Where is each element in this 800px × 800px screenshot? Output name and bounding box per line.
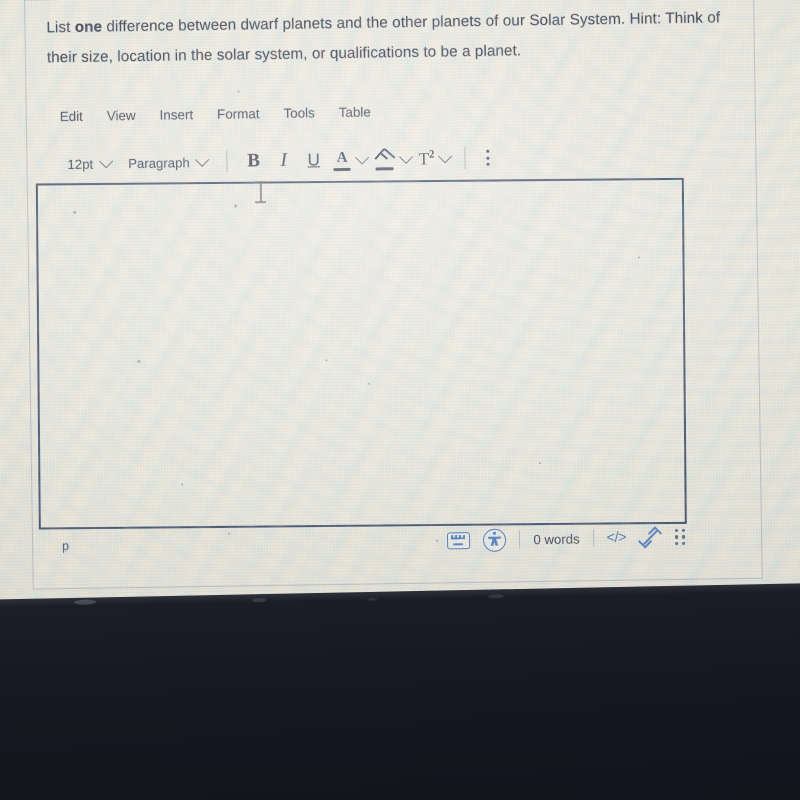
font-size-value: 12pt (67, 156, 94, 172)
text-color-button[interactable]: A (333, 149, 370, 171)
menu-item-format[interactable]: Format (217, 106, 260, 122)
chevron-down-icon (195, 152, 210, 167)
source-code-button[interactable]: </> (606, 530, 626, 546)
word-count[interactable]: 0 words (533, 531, 579, 547)
superscript-exp: 2 (428, 148, 435, 161)
screen-speck (137, 359, 140, 363)
statusbar-right-group: 0 words </> (447, 525, 690, 552)
monitor-bezel (0, 582, 800, 800)
chevron-down-icon (355, 150, 370, 165)
fullscreen-button[interactable] (638, 526, 663, 549)
screen-speck (538, 462, 541, 465)
chevron-down-icon (98, 154, 113, 169)
screen-speck (181, 483, 184, 486)
screen-speck (325, 359, 328, 362)
bezel-speck (368, 597, 378, 602)
screen-speck (234, 204, 238, 208)
highlight-color-button[interactable] (374, 146, 414, 170)
menu-item-table[interactable]: Table (339, 105, 371, 120)
prompt-text-emphasis: one (74, 18, 103, 36)
block-format-value: Paragraph (128, 154, 190, 171)
prompt-text-pre: List (46, 18, 75, 37)
resize-diagonal-icon (638, 526, 663, 549)
screen-speck (237, 90, 240, 93)
bezel-speck (487, 594, 505, 599)
text-color-icon: A (333, 149, 352, 170)
italic-button[interactable]: I (268, 147, 298, 175)
drag-grip-icon[interactable] (674, 528, 686, 545)
more-options-icon[interactable] (476, 146, 498, 170)
menu-item-tools[interactable]: Tools (283, 105, 314, 120)
screen-speck (73, 210, 77, 214)
prompt-text-post: difference between dwarf planets and the… (101, 10, 662, 36)
statusbar-divider (519, 530, 521, 549)
element-path[interactable]: p (62, 539, 69, 553)
pen-icon (374, 146, 396, 170)
menu-item-insert[interactable]: Insert (160, 107, 194, 122)
keyboard-shortcuts-button[interactable] (447, 531, 471, 549)
monitor-screen: List one difference between dwarf planet… (0, 0, 800, 684)
superscript-icon: T2 (419, 148, 435, 169)
accessibility-check-button[interactable] (483, 528, 507, 552)
toolbar-divider (464, 147, 466, 170)
font-size-dropdown[interactable]: 12pt (58, 154, 119, 172)
menu-item-view[interactable]: View (107, 108, 136, 123)
chevron-down-icon (438, 149, 453, 164)
superscript-button[interactable]: T2 (419, 148, 453, 169)
menu-item-edit[interactable]: Edit (60, 109, 83, 124)
underline-button[interactable]: U (298, 146, 328, 174)
browser-page: List one difference between dwarf planet… (24, 0, 765, 684)
screen-speck (227, 532, 230, 535)
editor-text-area[interactable] (35, 177, 687, 530)
screen-speck (367, 382, 370, 385)
superscript-base: T (418, 148, 430, 169)
keyboard-icon (447, 531, 471, 549)
monitor-photo: List one difference between dwarf planet… (0, 0, 800, 800)
bold-button[interactable]: B (238, 147, 268, 175)
accessibility-icon (483, 528, 507, 552)
toolbar-divider (226, 150, 228, 173)
question-prompt: List one difference between dwarf planet… (46, 3, 725, 73)
screen-speck (637, 256, 640, 259)
statusbar-divider (592, 529, 594, 548)
chevron-down-icon (399, 149, 414, 164)
block-format-dropdown[interactable]: Paragraph (119, 152, 216, 171)
